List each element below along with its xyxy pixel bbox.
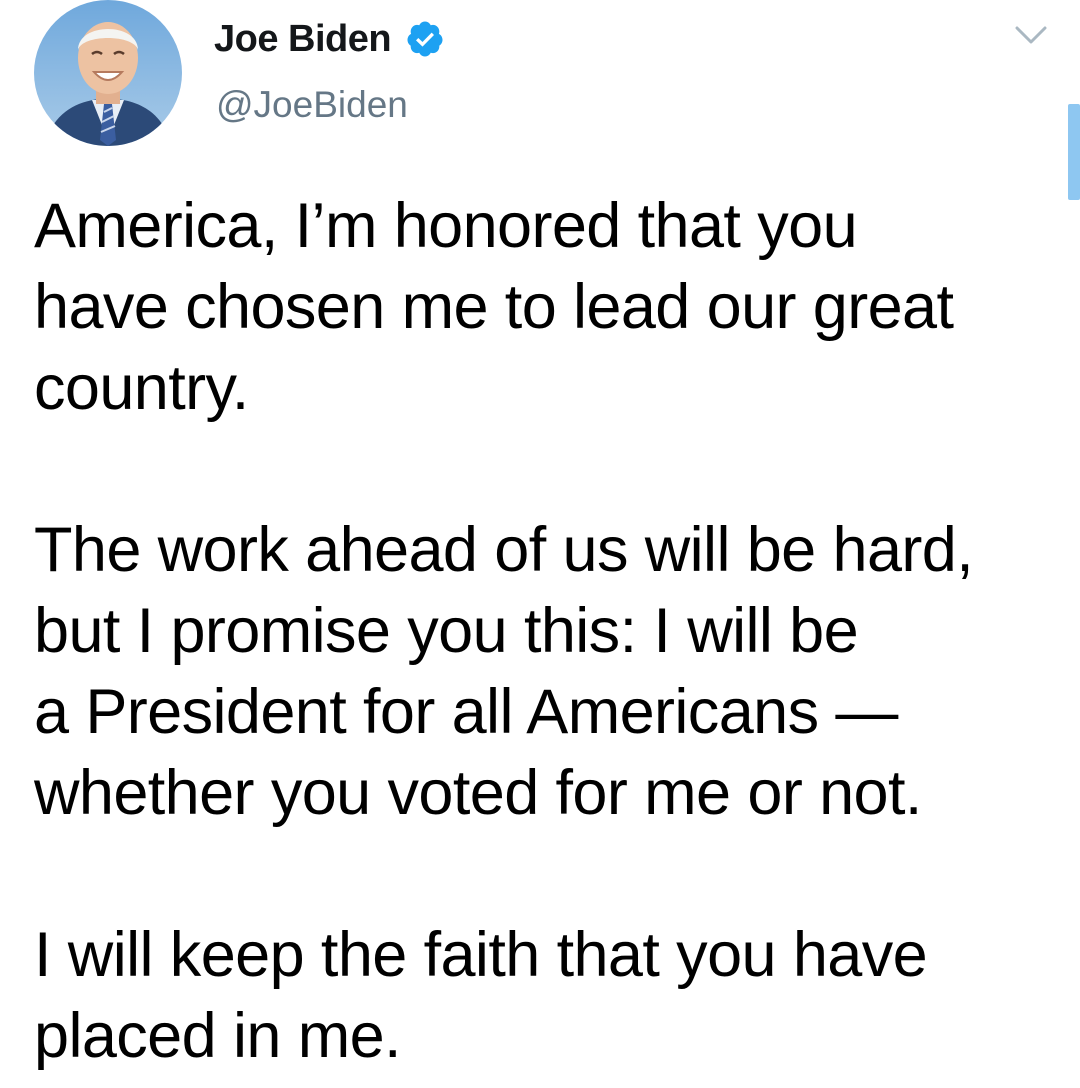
author-display-name[interactable]: Joe Biden bbox=[214, 18, 392, 61]
tweet-card: Joe Biden @JoeBiden America, I’m honored… bbox=[0, 0, 1080, 1088]
tweet-paragraph: America, I’m honored that you have chose… bbox=[34, 186, 1054, 429]
tweet-line: The work ahead of us will be hard, bbox=[34, 515, 974, 585]
author-handle[interactable]: @JoeBiden bbox=[216, 84, 408, 126]
author-name-row: Joe Biden bbox=[214, 14, 445, 64]
tweet-line: have chosen me to lead our great bbox=[34, 272, 954, 342]
tweet-line: placed in me. bbox=[34, 1001, 402, 1071]
tweet-line: America, I’m honored that you bbox=[34, 191, 858, 261]
tweet-text: America, I’m honored that you have chose… bbox=[34, 186, 1054, 1077]
verified-badge-icon bbox=[405, 19, 445, 59]
avatar[interactable] bbox=[34, 0, 182, 146]
tweet-line: country. bbox=[34, 353, 249, 423]
tweet-paragraph: The work ahead of us will be hard, but I… bbox=[34, 510, 1054, 834]
tweet-line: a President for all Americans — bbox=[34, 677, 898, 747]
chevron-down-icon[interactable] bbox=[1014, 24, 1048, 46]
tweet-line: whether you voted for me or not. bbox=[34, 758, 922, 828]
tweet-line: but I promise you this: I will be bbox=[34, 596, 859, 666]
tweet-line: I will keep the faith that you have bbox=[34, 920, 928, 990]
tweet-paragraph: I will keep the faith that you have plac… bbox=[34, 915, 1054, 1077]
scrollbar-thumb[interactable] bbox=[1068, 104, 1080, 200]
